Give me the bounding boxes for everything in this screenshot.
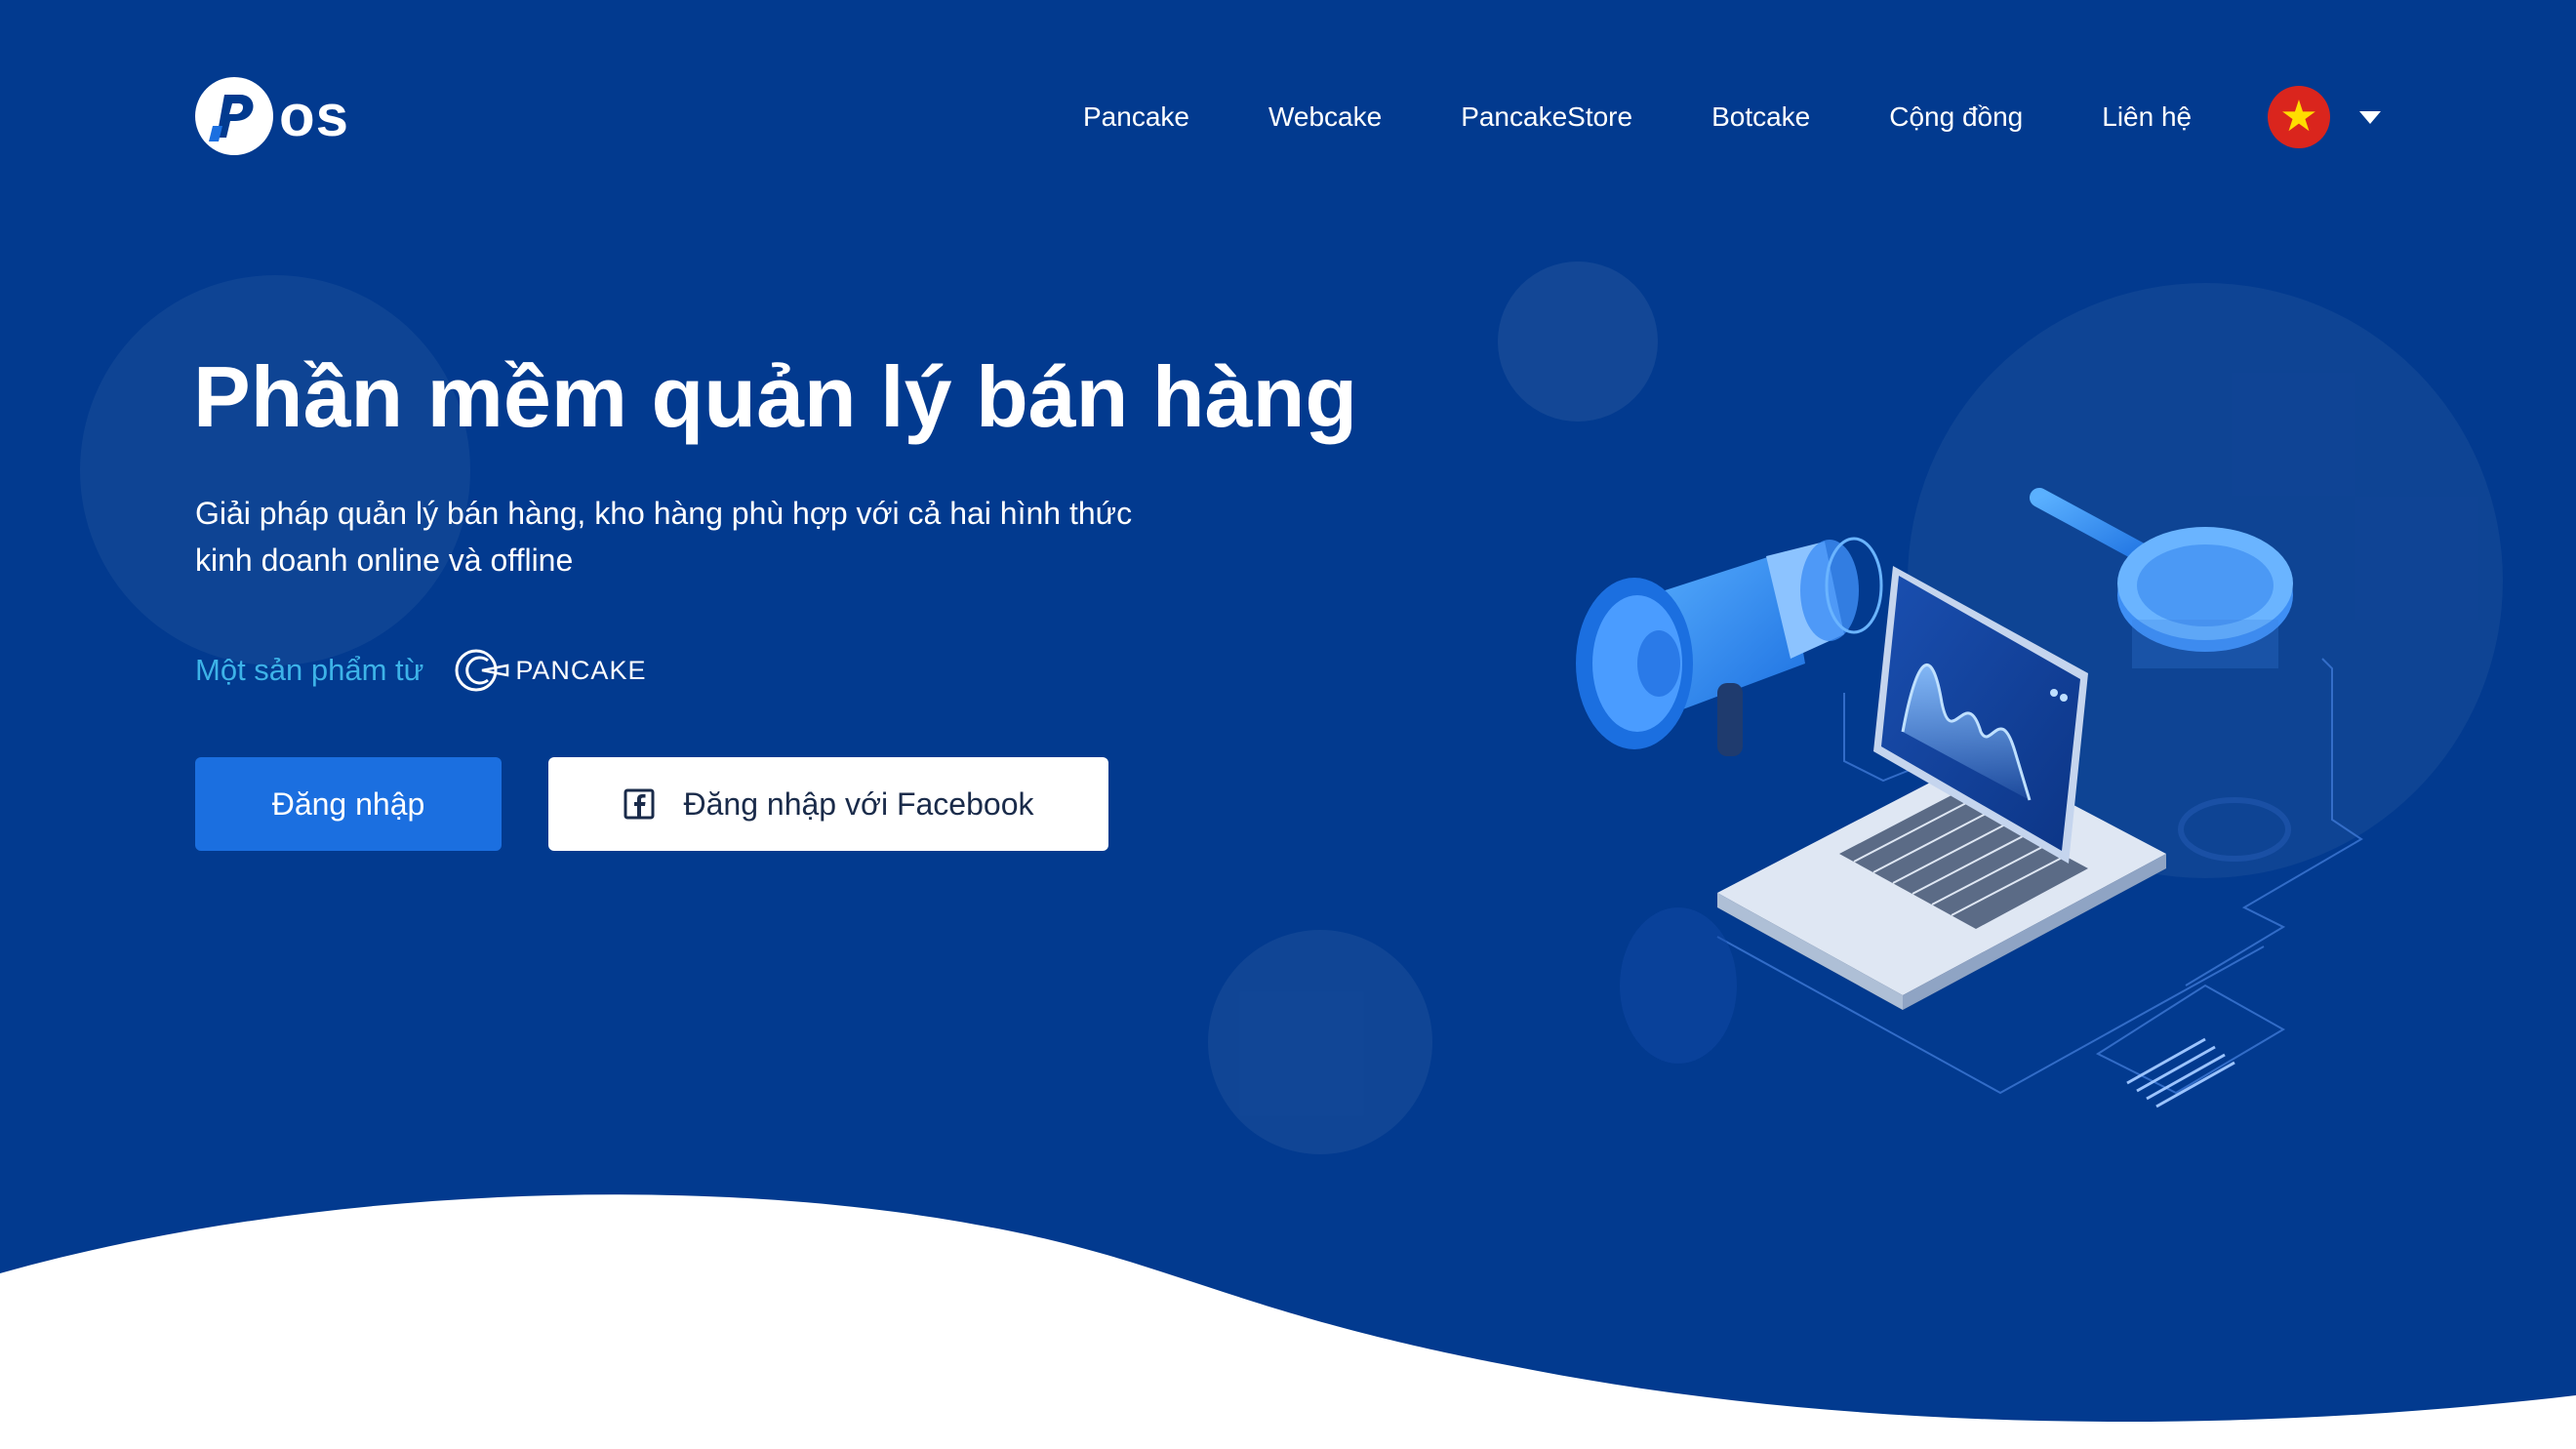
vietnam-flag-icon: ★	[2268, 86, 2330, 148]
subtitle-line-1: Giải pháp quản lý bán hàng, kho hàng phù…	[195, 496, 1133, 531]
nav-item-webcake[interactable]: Webcake	[1268, 92, 1382, 142]
pos-logo[interactable]: os	[195, 77, 349, 155]
product-by-label: Một sản phẩm từ	[195, 653, 424, 687]
nav-item-pancake[interactable]: Pancake	[1083, 92, 1189, 142]
chevron-down-icon	[2359, 110, 2381, 124]
flag-star: ★	[2279, 93, 2318, 141]
facebook-icon	[624, 788, 655, 820]
nav-item-botcake[interactable]: Botcake	[1711, 92, 1810, 142]
pancake-logo-icon	[455, 649, 509, 692]
main-nav: Pancake Webcake PancakeStore Botcake Cộn…	[1083, 92, 2192, 142]
pancake-brand-text: PANCAKE	[515, 655, 647, 685]
facebook-button-label: Đăng nhập với Facebook	[683, 785, 1034, 822]
pancake-brand-logo[interactable]: PANCAKE	[453, 647, 646, 694]
nav-item-contact[interactable]: Liên hệ	[2102, 92, 2192, 142]
login-button-label: Đăng nhập	[271, 785, 425, 822]
nav-item-pancakestore[interactable]: PancakeStore	[1461, 92, 1632, 142]
nav-item-community[interactable]: Cộng đồng	[1889, 92, 2023, 142]
hero-section: os Pancake Webcake PancakeStore Botcake …	[0, 0, 2576, 1449]
pos-logo-icon	[195, 77, 273, 155]
login-button[interactable]: Đăng nhập	[195, 757, 502, 851]
hero-subtitle: Giải pháp quản lý bán hàng, kho hàng phù…	[195, 490, 1171, 584]
language-selector[interactable]: ★	[2268, 86, 2381, 148]
product-by: Một sản phẩm từ PANCAKE	[195, 646, 646, 695]
hero-illustration	[1576, 488, 2363, 1108]
page-title: Phần mềm quản lý bán hàng	[193, 348, 1358, 445]
subtitle-line-2: kinh doanh online và offline	[195, 543, 574, 578]
logo-text: os	[279, 83, 350, 148]
facebook-login-button[interactable]: Đăng nhập với Facebook	[548, 757, 1108, 851]
